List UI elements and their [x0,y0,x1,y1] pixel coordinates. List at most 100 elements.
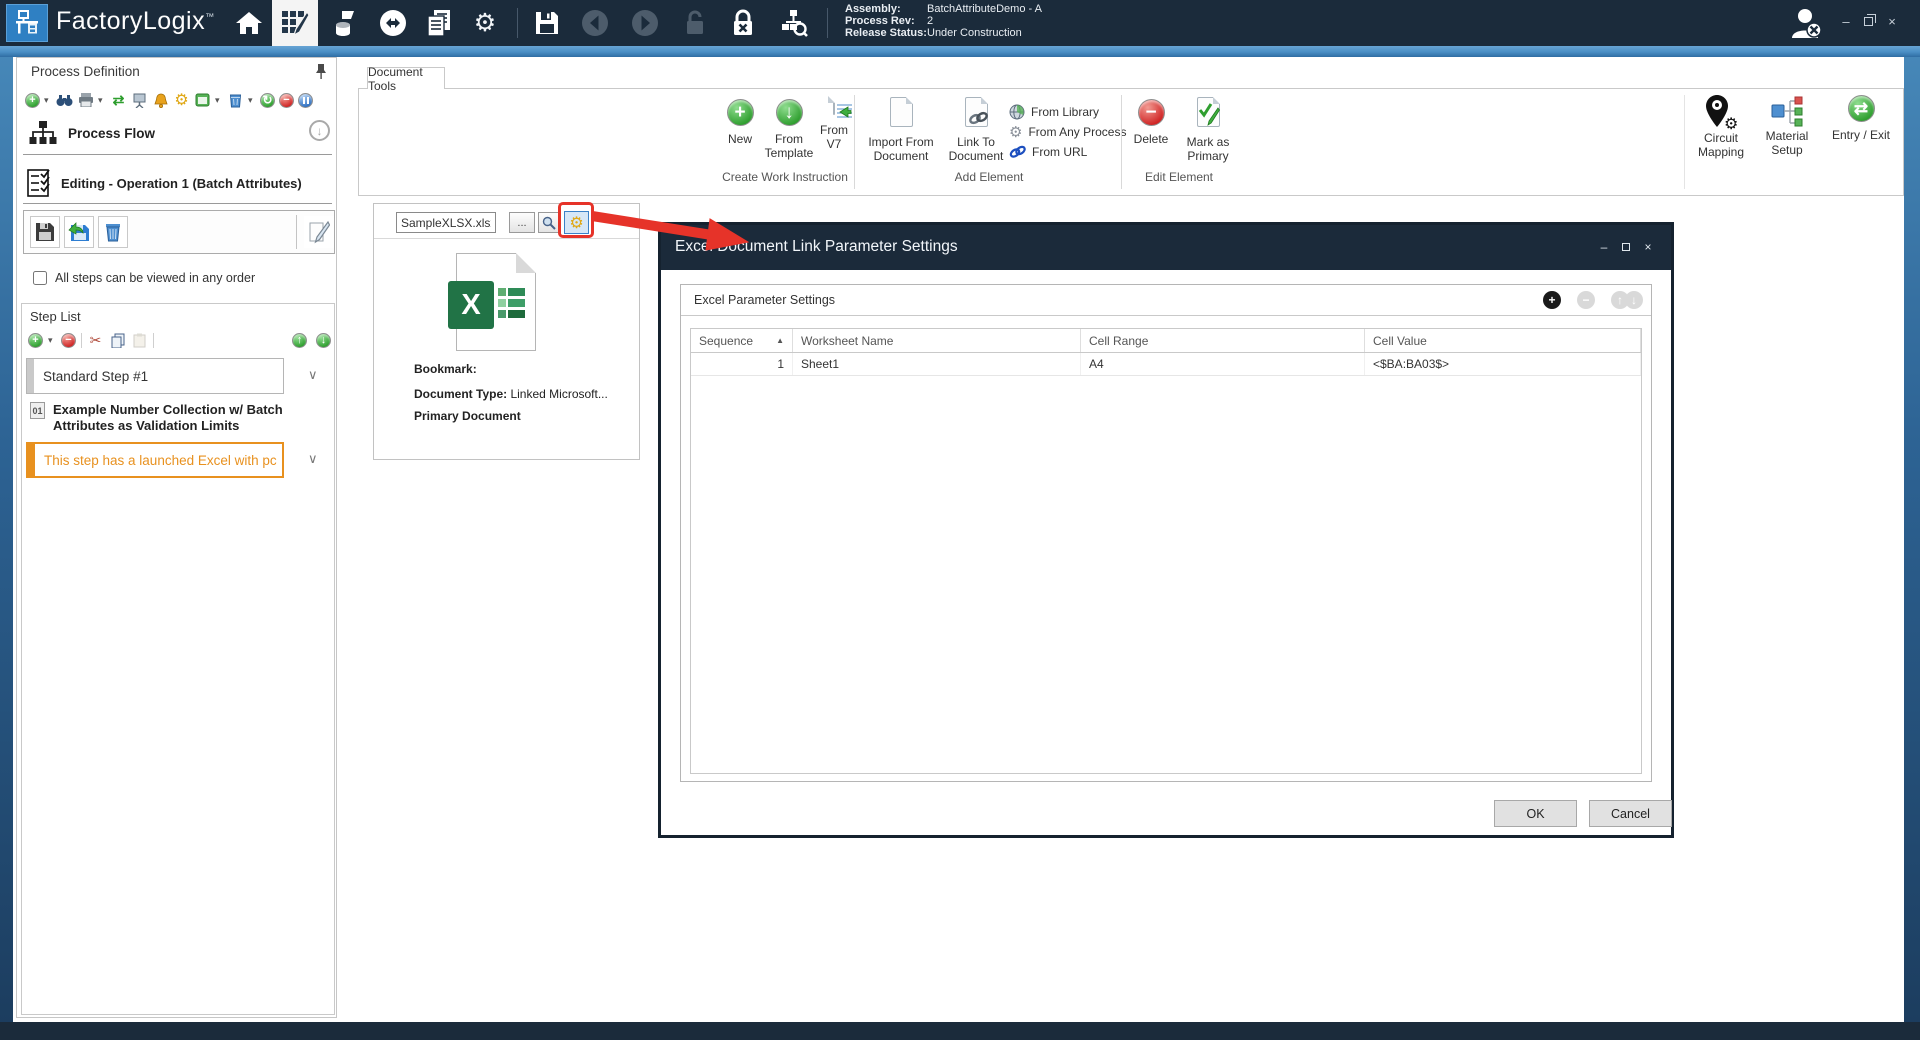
toolbar-divider [81,333,82,348]
gear-gold-icon[interactable]: ⚙ [173,92,190,109]
refresh-icon[interactable]: ↻ [260,93,275,108]
edit-notes-icon[interactable] [304,216,334,248]
step-label: Standard Step #1 [34,369,148,384]
preview-magnifier-icon[interactable] [538,212,560,233]
from-library-button[interactable]: From Library [1009,102,1099,122]
column-header-sequence[interactable]: Sequence▲ [691,329,793,352]
from-v7-button[interactable]: From V7 [815,97,853,151]
link-to-document-button[interactable]: Link To Document [943,97,1009,163]
app-logo [6,4,48,42]
release-status-label: Release Status: [845,27,927,39]
unlock-icon[interactable] [678,8,712,38]
lock-x-icon[interactable] [726,8,760,38]
process-search-icon[interactable] [776,8,810,38]
dialog-close-icon[interactable]: × [1641,240,1655,254]
remove-icon[interactable]: − [279,93,294,108]
entry-exit-button[interactable]: ⇄ Entry / Exit [1821,95,1901,142]
document-filename-input[interactable] [396,212,496,233]
copy-icon[interactable] [109,332,126,349]
mark-as-primary-button[interactable]: Mark as Primary [1177,97,1239,163]
circuit-mapping-button[interactable]: ⚙ Circuit Mapping [1689,93,1753,159]
remove-parameter-icon[interactable]: − [1577,291,1595,309]
step-list-item-warning[interactable]: This step has a launched Excel with pc [26,442,284,478]
process-flow-row[interactable]: Process Flow [29,120,155,146]
move-down-icon[interactable]: ↓ [1625,291,1643,309]
dialog-minimize-icon[interactable]: – [1597,240,1611,254]
dialog-title-bar[interactable]: Excel Document Link Parameter Settings –… [661,225,1671,270]
add-step-icon[interactable]: + [28,333,43,348]
caret-down-icon[interactable]: ▾ [215,95,223,106]
bell-icon[interactable] [152,92,169,109]
caret-down-icon[interactable]: ▾ [248,95,256,106]
print-icon[interactable] [77,92,94,109]
delete-operation-icon[interactable] [98,216,128,248]
window-frame-right[interactable] [1904,57,1920,1022]
import-from-document-button[interactable]: Import From Document [859,97,943,163]
assembly-info: Assembly:BatchAttributeDemo - A Process … [845,3,1042,39]
remove-step-icon[interactable]: − [61,333,76,348]
home-icon[interactable] [232,8,266,38]
step-list-item[interactable]: Standard Step #1 [26,358,284,394]
save-operation-icon[interactable] [30,216,60,248]
group-label-create-work-instruction: Create Work Instruction [717,170,853,184]
column-header-cell-range[interactable]: Cell Range [1081,329,1365,352]
expand-down-icon[interactable]: ↓ [309,120,330,141]
reports-icon[interactable] [422,8,456,38]
save-as-icon[interactable] [64,216,94,248]
presentation-icon[interactable] [131,92,148,109]
pin-icon[interactable] [314,63,328,85]
step-list-item[interactable]: 01 Example Number Collection w/ Batch At… [30,402,326,434]
paste-icon[interactable] [131,332,148,349]
tab-document-tools[interactable]: Document Tools [367,67,445,89]
any-order-checkbox[interactable] [33,271,47,285]
column-header-cell-value[interactable]: Cell Value [1365,329,1641,352]
chevron-down-icon[interactable]: ∨ [308,367,318,383]
shuffle-steps-icon[interactable]: ⇄ [110,92,127,109]
assembly-label: Assembly: [845,3,927,15]
browse-button[interactable]: ... [509,212,535,233]
pause-icon[interactable] [298,93,313,108]
user-account-icon[interactable] [1788,6,1826,45]
binoculars-icon[interactable] [56,92,73,109]
release-status-value: Under Construction [927,27,1022,39]
table-row[interactable]: 1 Sheet1 A4 <$BA:BA03$> [691,353,1641,376]
window-close-button[interactable]: × [1884,15,1900,28]
new-document-button[interactable]: + New [719,99,761,146]
settings-gear-icon[interactable]: ⚙ [468,8,502,38]
document-type-row: Document Type: Linked Microsoft... [414,387,608,401]
back-icon[interactable] [578,8,612,38]
sync-icon[interactable] [376,8,410,38]
archive-icon[interactable] [227,92,244,109]
save-icon[interactable] [530,8,564,38]
from-any-process-button[interactable]: ⚙ From Any Process [1009,122,1126,142]
chevron-down-icon[interactable]: ∨ [308,451,318,467]
from-template-button[interactable]: ↓ From Template [762,99,816,160]
add-parameter-icon[interactable]: + [1543,291,1561,309]
entry-exit-icon: ⇄ [1848,95,1875,122]
from-url-button[interactable]: From URL [1009,142,1087,162]
forward-icon[interactable] [628,8,662,38]
assembly-value: BatchAttributeDemo - A [927,3,1042,15]
window-frame-left [0,57,13,1022]
group-label-add-element: Add Element [859,170,1119,184]
delete-element-button[interactable]: − Delete [1127,99,1175,146]
ok-button[interactable]: OK [1494,800,1577,827]
material-setup-button[interactable]: Material Setup [1757,95,1817,157]
window-minimize-button[interactable]: – [1838,15,1854,28]
window-restore-button[interactable] [1860,15,1876,28]
caret-down-icon[interactable]: ▾ [48,335,56,346]
process-flow-label: Process Flow [68,126,155,141]
cancel-button[interactable]: Cancel [1589,800,1672,827]
caret-down-icon[interactable]: ▾ [44,95,52,106]
add-icon[interactable]: + [25,93,40,108]
column-header-worksheet-name[interactable]: Worksheet Name [793,329,1081,352]
app-window-icon[interactable] [194,92,211,109]
cut-icon[interactable]: ✂ [87,332,104,349]
caret-down-icon[interactable]: ▾ [98,95,106,106]
dialog-maximize-icon[interactable] [1619,240,1633,254]
production-icon[interactable] [328,8,362,38]
process-definition-nav-icon[interactable] [272,0,318,46]
move-step-down-icon[interactable]: ↓ [316,333,331,348]
step-number-badge: 01 [30,402,45,419]
move-step-up-icon[interactable]: ↑ [292,333,307,348]
